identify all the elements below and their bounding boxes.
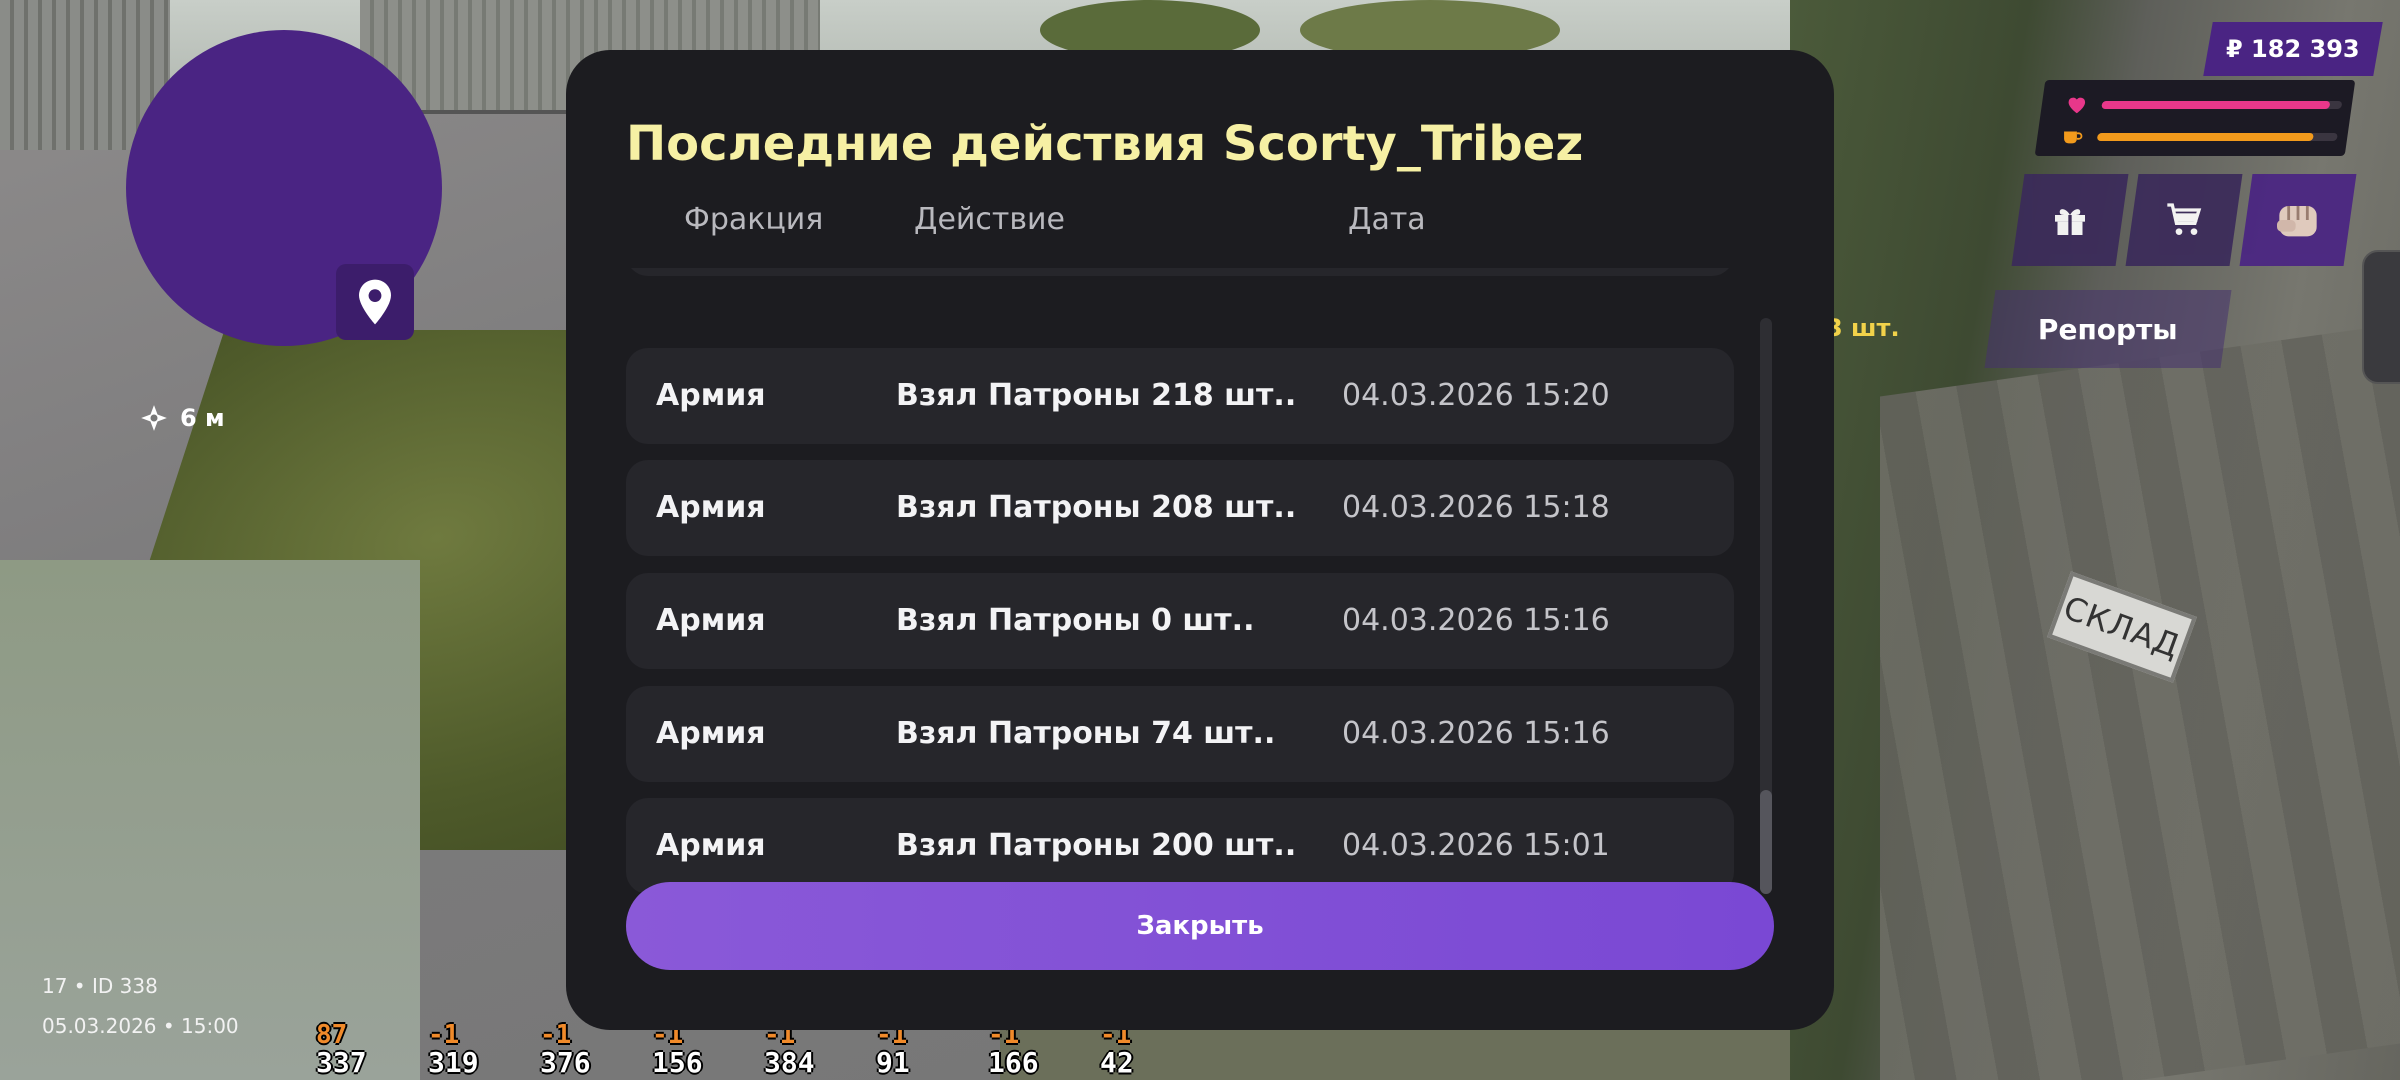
gift-button[interactable] [2011,174,2129,266]
distance-text: 6 м [180,404,225,432]
stat-bottom: 384 [764,1046,815,1079]
row-faction: Армия [656,828,766,863]
reports-button[interactable]: Репорты [1984,290,2232,368]
row-action: Взял Патроны 74 шт.. [896,716,1276,751]
stat-bottom: 376 [540,1046,591,1079]
stat-bottom: 91 [876,1046,910,1079]
list-item: Армия Взял Патроны 208 шт.. 04.03.2026 1… [626,460,1734,556]
heart-icon [2066,94,2088,116]
health-bar-fill [2101,101,2331,109]
row-faction: Армия [656,603,766,638]
list-item-partial [626,268,1734,276]
stat-bottom: 166 [988,1046,1039,1079]
row-action: Взял Патроны 208 шт.. [896,490,1297,525]
cup-icon [2061,126,2083,148]
row-faction: Армия [656,378,766,413]
ground-patch [0,560,420,1080]
hunger-row [2060,126,2339,148]
modal-title: Последние действия Scorty_Tribez [626,116,1584,172]
row-action: Взял Патроны 200 шт.. [896,828,1297,863]
column-header-date: Дата [1348,202,1426,237]
row-date: 04.03.2026 15:18 [1342,490,1610,525]
hunger-bar-fill [2096,133,2314,141]
row-date: 04.03.2026 15:01 [1342,828,1610,863]
column-header-action: Действие [914,202,1065,237]
stat-item: -1 376 [540,1022,652,1078]
reports-label: Репорты [2038,312,2178,346]
player-info: 17 • ID 338 [42,974,158,998]
shop-button[interactable] [2125,174,2243,266]
stat-item: -1 91 [876,1022,988,1078]
row-faction: Армия [656,490,766,525]
row-faction: Армия [656,716,766,751]
health-bar [2101,101,2343,109]
fist-icon [2277,206,2317,237]
row-date: 04.03.2026 15:20 [1342,378,1610,413]
row-date: 04.03.2026 15:16 [1342,603,1610,638]
status-bars [2034,80,2356,156]
stat-item: -1 156 [652,1022,764,1078]
close-button[interactable]: Закрыть [626,882,1774,970]
stat-item: -1 319 [428,1022,540,1078]
hunger-bar [2096,133,2338,141]
map-pin-button[interactable] [336,264,414,340]
crosshair-icon [141,405,167,431]
list-item: Армия Взял Патроны 0 шт.. 04.03.2026 15:… [626,573,1734,669]
stat-item: -1 384 [764,1022,876,1078]
stats-row: 87 337 -1 319 -1 376 -1 156 -1 384 -1 91 -1 166… [316,1022,1212,1078]
stat-top: -1 [428,1020,460,1050]
stat-bottom: 156 [652,1046,703,1079]
date-time: 05.03.2026 • 15:00 [42,1014,239,1038]
stat-bottom: 337 [316,1046,367,1079]
row-date: 04.03.2026 15:16 [1342,716,1610,751]
stat-top: 87 [316,1020,348,1050]
health-row [2064,94,2343,116]
side-panel-tab[interactable] [2362,250,2400,384]
actions-list[interactable]: Армия Взял Патроны 218 шт.. 04.03.2026 1… [626,268,1736,892]
scrollbar-thumb[interactable] [1760,790,1772,894]
list-item: Армия Взял Патроны 200 шт.. 04.03.2026 1… [626,798,1734,892]
stat-item: -1 42 [1100,1022,1212,1078]
gift-icon [2055,209,2085,235]
list-scrollbar[interactable] [1760,318,1772,894]
waypoint-distance: 6 м [140,404,225,432]
ammo-hint: 3 шт. [1826,314,1900,342]
list-item: Армия Взял Патроны 218 шт.. 04.03.2026 1… [626,348,1734,444]
money-text: ₽ 182 393 [2226,35,2360,63]
list-item: Армия Взял Патроны 74 шт.. 04.03.2026 15… [626,686,1734,782]
recent-actions-modal: Последние действия Scorty_Tribez Фракция… [566,50,1834,1030]
row-action: Взял Патроны 0 шт.. [896,603,1255,638]
weapon-fist-button[interactable] [2239,174,2357,266]
row-action: Взял Патроны 218 шт.. [896,378,1297,413]
stat-bottom: 42 [1100,1046,1134,1079]
column-header-faction: Фракция [684,202,824,237]
stat-bottom: 319 [428,1046,479,1079]
warehouse-planks [1880,323,2400,1080]
location-pin-icon [359,279,391,325]
stat-item: -1 166 [988,1022,1100,1078]
stat-item: 87 337 [316,1022,428,1078]
money-display: ₽ 182 393 [2203,22,2383,76]
cart-icon [2167,203,2202,235]
